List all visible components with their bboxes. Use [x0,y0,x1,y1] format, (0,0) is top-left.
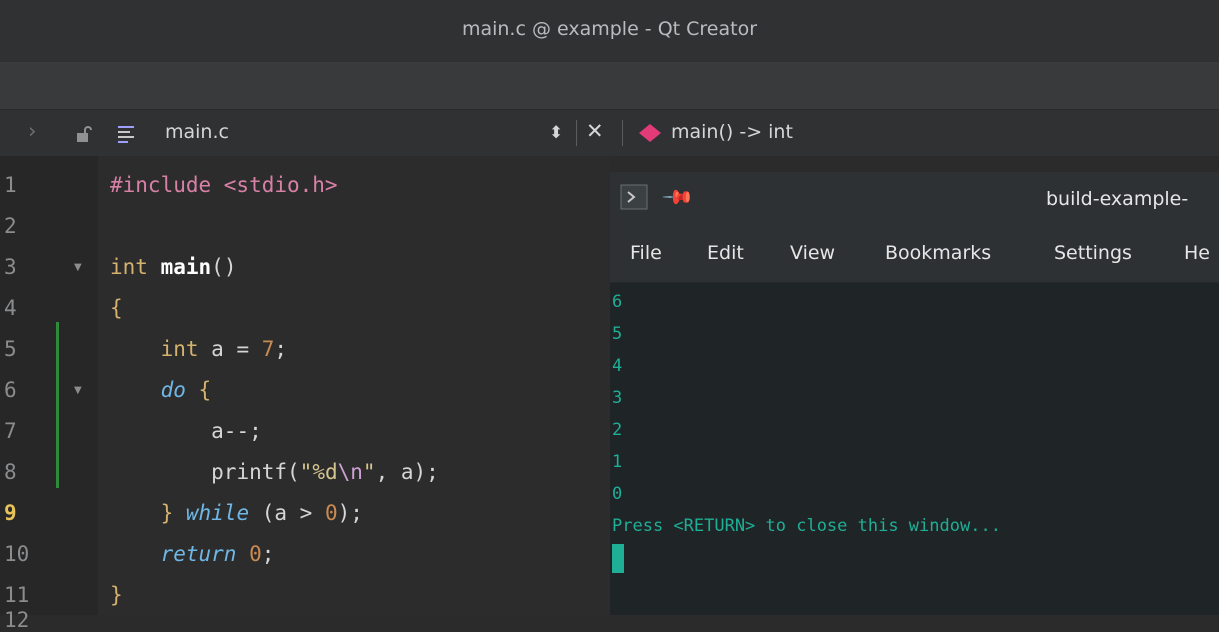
code-token: printf( [211,460,300,484]
preprocessor-directive: #include <stdio.h> [110,173,338,197]
menu-bookmarks[interactable]: Bookmarks [885,242,991,264]
control-keyword: do [160,378,186,402]
line-number-gutter: 1 2 3 ▼ 4 5 6 ▼ 7 8 9 10 11 12 [0,156,98,632]
line-number: 10 [4,542,30,566]
code-line: #include <stdio.h> [110,173,338,197]
pin-icon[interactable]: 📌 [661,180,696,215]
code-token: a--; [211,419,262,443]
code-line: do { [110,378,212,402]
toolbar-divider [576,120,577,146]
function-selector[interactable]: main() -> int [671,121,793,143]
line-number: 5 [4,337,17,361]
code-line: } [110,583,123,607]
type-keyword: int [160,337,199,361]
control-keyword: return [160,542,237,566]
document-lines-icon [116,124,138,149]
chevron-right-icon[interactable]: › [28,119,36,143]
line-number: 4 [4,296,17,320]
close-icon[interactable]: ✕ [586,119,604,143]
terminal-cursor [612,544,624,573]
line-number: 12 [4,608,30,632]
code-line: return 0; [110,542,275,566]
terminal-title: build-example- [1046,188,1189,210]
code-token: ; [261,542,275,566]
output-line: 1 [612,452,623,472]
output-line: 2 [612,420,623,440]
code-token: } [160,501,186,525]
change-marker [56,322,59,488]
code-line: } while (a > 0); [110,501,363,525]
line-number: 3 [4,255,17,279]
function-name: main [160,255,212,279]
line-number: 8 [4,460,17,484]
function-diamond-icon [639,124,661,147]
terminal-window[interactable]: 📌 build-example- File Edit View Bookmark… [610,172,1219,615]
number-literal: 7 [261,337,275,361]
fold-arrow-icon[interactable]: ▼ [74,385,82,396]
file-name-label[interactable]: main.c [165,121,229,143]
code-token: } [110,583,123,607]
line-number: 11 [4,583,30,607]
escape-sequence: \n [337,460,363,484]
code-line: int main() [110,255,236,279]
fold-arrow-icon[interactable]: ▼ [74,262,82,273]
terminal-app-icon [620,184,648,214]
code-token: a = [198,337,262,361]
output-line: 6 [612,292,623,312]
code-token: ); [337,501,363,525]
code-line: { [110,296,123,320]
number-literal: 0 [324,501,338,525]
menu-file[interactable]: File [630,242,662,264]
terminal-menubar: File Edit View Bookmarks Settings He [610,226,1219,283]
menu-settings[interactable]: Settings [1054,242,1132,264]
line-number: 1 [4,173,17,197]
string-literal: "%d [299,460,338,484]
line-number: 7 [4,419,17,443]
code-line: printf("%d\n", a); [110,460,439,484]
toolbar-divider [622,120,623,146]
code-line: int a = 7; [110,337,287,361]
output-line: 3 [612,388,623,408]
terminal-titlebar: 📌 build-example- [610,172,1219,226]
type-keyword: int [110,255,148,279]
output-line: 0 [612,484,623,504]
window-titlebar: main.c @ example - Qt Creator [0,0,1219,63]
code-token: (a > [249,501,325,525]
output-line: 5 [612,324,623,344]
code-token: { [110,296,123,320]
menu-view[interactable]: View [790,242,835,264]
editor-toolbar: › main.c ⬍ ✕ main() -> int [0,110,1219,156]
window-title: main.c @ example - Qt Creator [461,18,758,40]
code-token: { [185,378,212,402]
string-literal: " [362,460,376,484]
output-line: Press <RETURN> to close this window... [612,516,1001,536]
unlock-icon[interactable] [74,124,94,149]
output-line: 4 [612,356,623,376]
code-line: a--; [110,419,262,443]
line-number: 2 [4,214,17,238]
current-line-number: 9 [4,501,17,525]
line-number: 6 [4,378,17,402]
menu-edit[interactable]: Edit [707,242,744,264]
menu-help[interactable]: He [1184,242,1210,264]
code-token: ; [274,337,288,361]
code-token: , a); [375,460,439,484]
number-literal: 0 [249,542,262,566]
control-keyword: while [185,501,250,525]
code-editor[interactable]: #include <stdio.h> int main() { int a = … [98,156,610,615]
file-selector-arrows-icon[interactable]: ⬍ [549,123,563,143]
toolbar-strip [0,63,1219,110]
code-token: () [211,255,237,279]
